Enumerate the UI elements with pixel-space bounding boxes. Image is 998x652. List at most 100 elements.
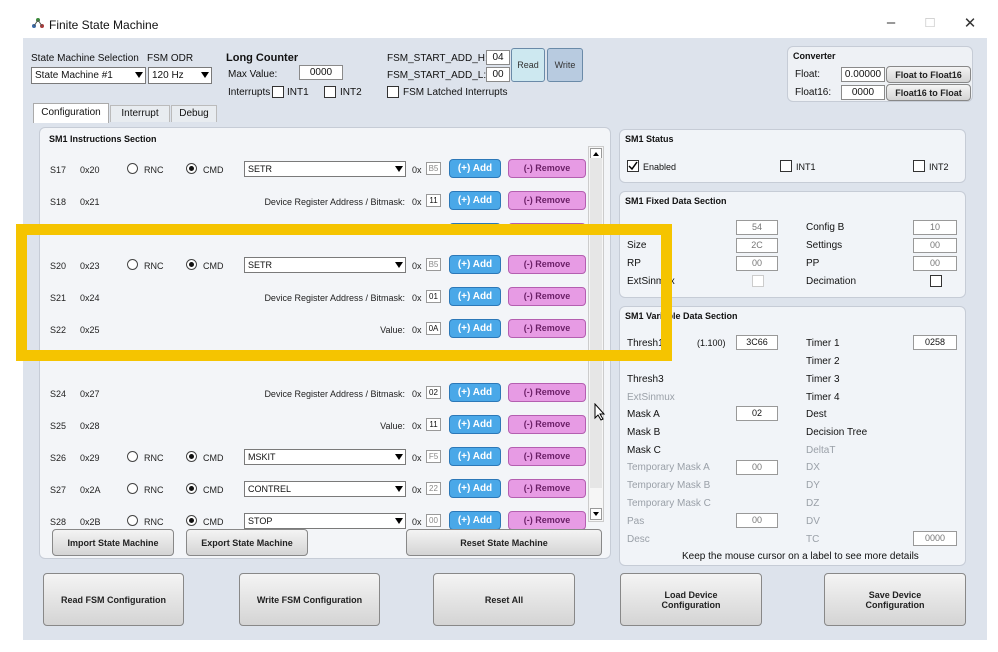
import-sm-button[interactable]: Import State Machine <box>52 529 174 556</box>
command-value: STOP <box>248 516 273 526</box>
variable-left-label: Mask A <box>627 409 660 420</box>
minimize-button[interactable]: – <box>876 14 906 31</box>
tab-debug[interactable]: Debug <box>171 105 217 122</box>
status-title: SM1 Status <box>625 134 674 144</box>
latched-interrupts-checkbox[interactable] <box>387 86 399 98</box>
add-button[interactable]: (+) Add <box>449 191 501 210</box>
add-button[interactable]: (+) Add <box>449 159 501 178</box>
float-field[interactable]: 0.00000 <box>841 67 885 82</box>
hex-prefix: 0x <box>412 453 422 463</box>
add-button[interactable]: (+) Add <box>449 511 501 530</box>
reset-sm-button[interactable]: Reset State Machine <box>406 529 602 556</box>
hex-value-field[interactable]: B5 <box>426 162 441 175</box>
cmd-radio[interactable] <box>186 515 197 526</box>
start-add-l-field[interactable]: 00 <box>486 67 510 82</box>
remove-button[interactable]: (-) Remove <box>508 383 586 402</box>
extsinmux-checkbox[interactable] <box>752 275 764 287</box>
hex-value-field[interactable]: 02 <box>426 386 441 399</box>
fixed-right-value-field[interactable]: 00 <box>913 256 957 271</box>
float-to-float16-button[interactable]: Float to Float16 <box>886 66 971 83</box>
write-fsm-config-button[interactable]: Write FSM Configuration <box>239 573 380 626</box>
command-select[interactable]: MSKIT <box>244 449 406 465</box>
lc-int1-checkbox[interactable] <box>272 86 284 98</box>
fixed-right-value-field[interactable]: 10 <box>913 220 957 235</box>
thresh1-scaled-value: (1.100) <box>697 338 726 348</box>
float16-field[interactable]: 0000 <box>841 85 885 100</box>
remove-button[interactable]: (-) Remove <box>508 479 586 498</box>
remove-button[interactable]: (-) Remove <box>508 511 586 530</box>
hex-prefix: 0x <box>412 485 422 495</box>
start-add-h-label: FSM_START_ADD_H: <box>387 53 488 64</box>
remove-button[interactable]: (-) Remove <box>508 447 586 466</box>
timer1-field[interactable]: 0258 <box>913 335 957 350</box>
read-fsm-config-button[interactable]: Read FSM Configuration <box>43 573 184 626</box>
fsm-odr-select[interactable]: 120 Hz <box>148 67 212 84</box>
hex-prefix: 0x <box>412 421 422 431</box>
add-button[interactable]: (+) Add <box>449 447 501 466</box>
fixed-value-field[interactable]: 2C <box>736 238 778 253</box>
fixed-right-value-field[interactable]: 00 <box>913 238 957 253</box>
rnc-radio[interactable] <box>127 483 138 494</box>
remove-button[interactable]: (-) Remove <box>508 191 586 210</box>
command-select[interactable]: STOP <box>244 513 406 529</box>
tab-configuration[interactable]: Configuration <box>33 103 109 123</box>
save-device-config-button[interactable]: Save Device Configuration <box>824 573 966 626</box>
add-button[interactable]: (+) Add <box>449 415 501 434</box>
remove-button[interactable]: (-) Remove <box>508 415 586 434</box>
add-button[interactable]: (+) Add <box>449 479 501 498</box>
cmd-radio[interactable] <box>186 163 197 174</box>
cmd-radio[interactable] <box>186 483 197 494</box>
fixed-value-field[interactable]: 54 <box>736 220 778 235</box>
step-address: 0x29 <box>80 453 100 463</box>
hex-value-field[interactable]: 00 <box>426 514 441 527</box>
rnc-radio[interactable] <box>127 451 138 462</box>
decimation-checkbox[interactable] <box>930 275 942 287</box>
hex-value-field[interactable]: 22 <box>426 482 441 495</box>
long-counter-title: Long Counter <box>226 52 299 64</box>
step-address: 0x21 <box>80 197 100 207</box>
pas-field[interactable]: 00 <box>736 513 778 528</box>
max-value-field[interactable]: 0000 <box>299 65 343 80</box>
thresh1-field[interactable]: 3C66 <box>736 335 778 350</box>
start-add-h-field[interactable]: 04 <box>486 50 510 65</box>
rnc-radio[interactable] <box>127 163 138 174</box>
close-button[interactable]: ✕ <box>955 14 985 32</box>
write-button[interactable]: Write <box>547 48 583 82</box>
hex-value-field[interactable]: 11 <box>426 194 441 207</box>
remove-button[interactable]: (-) Remove <box>508 159 586 178</box>
float16-to-float-button[interactable]: Float16 to Float <box>886 84 971 101</box>
tc-field[interactable]: 0000 <box>913 531 957 546</box>
variable-left-label: Temporary Mask B <box>627 480 711 491</box>
temp-mask-a-field[interactable]: 00 <box>736 460 778 475</box>
command-select[interactable]: SETR <box>244 161 406 177</box>
fixed-value-field[interactable]: 00 <box>736 256 778 271</box>
status-int1-checkbox[interactable] <box>780 160 792 172</box>
variable-right-label: Timer 1 <box>806 338 840 349</box>
read-button[interactable]: Read <box>511 48 545 82</box>
lc-int2-checkbox[interactable] <box>324 86 336 98</box>
rnc-radio[interactable] <box>127 515 138 526</box>
cmd-radio[interactable] <box>186 451 197 462</box>
chevron-down-icon <box>395 454 403 460</box>
start-add-l-label: FSM_START_ADD_L: <box>387 70 487 81</box>
chevron-down-icon <box>593 512 599 516</box>
command-select[interactable]: CONTREL <box>244 481 406 497</box>
state-machine-select[interactable]: State Machine #1 <box>31 67 146 84</box>
cmd-label: CMD <box>203 165 224 175</box>
step-label: S27 <box>50 485 67 495</box>
cmd-label: CMD <box>203 453 224 463</box>
export-sm-button[interactable]: Export State Machine <box>186 529 308 556</box>
chevron-down-icon <box>201 72 209 78</box>
enabled-checkbox[interactable] <box>627 160 639 172</box>
scroll-down-button[interactable] <box>590 508 602 520</box>
hex-value-field[interactable]: 11 <box>426 418 441 431</box>
status-int2-checkbox[interactable] <box>913 160 925 172</box>
mask-a-field[interactable]: 02 <box>736 406 778 421</box>
reset-all-button[interactable]: Reset All <box>433 573 575 626</box>
maximize-button[interactable]: □ <box>915 14 945 31</box>
add-button[interactable]: (+) Add <box>449 383 501 402</box>
load-device-config-button[interactable]: Load Device Configuration <box>620 573 762 626</box>
variable-left-label: Pas <box>627 516 645 527</box>
tab-interrupt[interactable]: Interrupt <box>110 105 170 122</box>
hex-value-field[interactable]: F5 <box>426 450 441 463</box>
